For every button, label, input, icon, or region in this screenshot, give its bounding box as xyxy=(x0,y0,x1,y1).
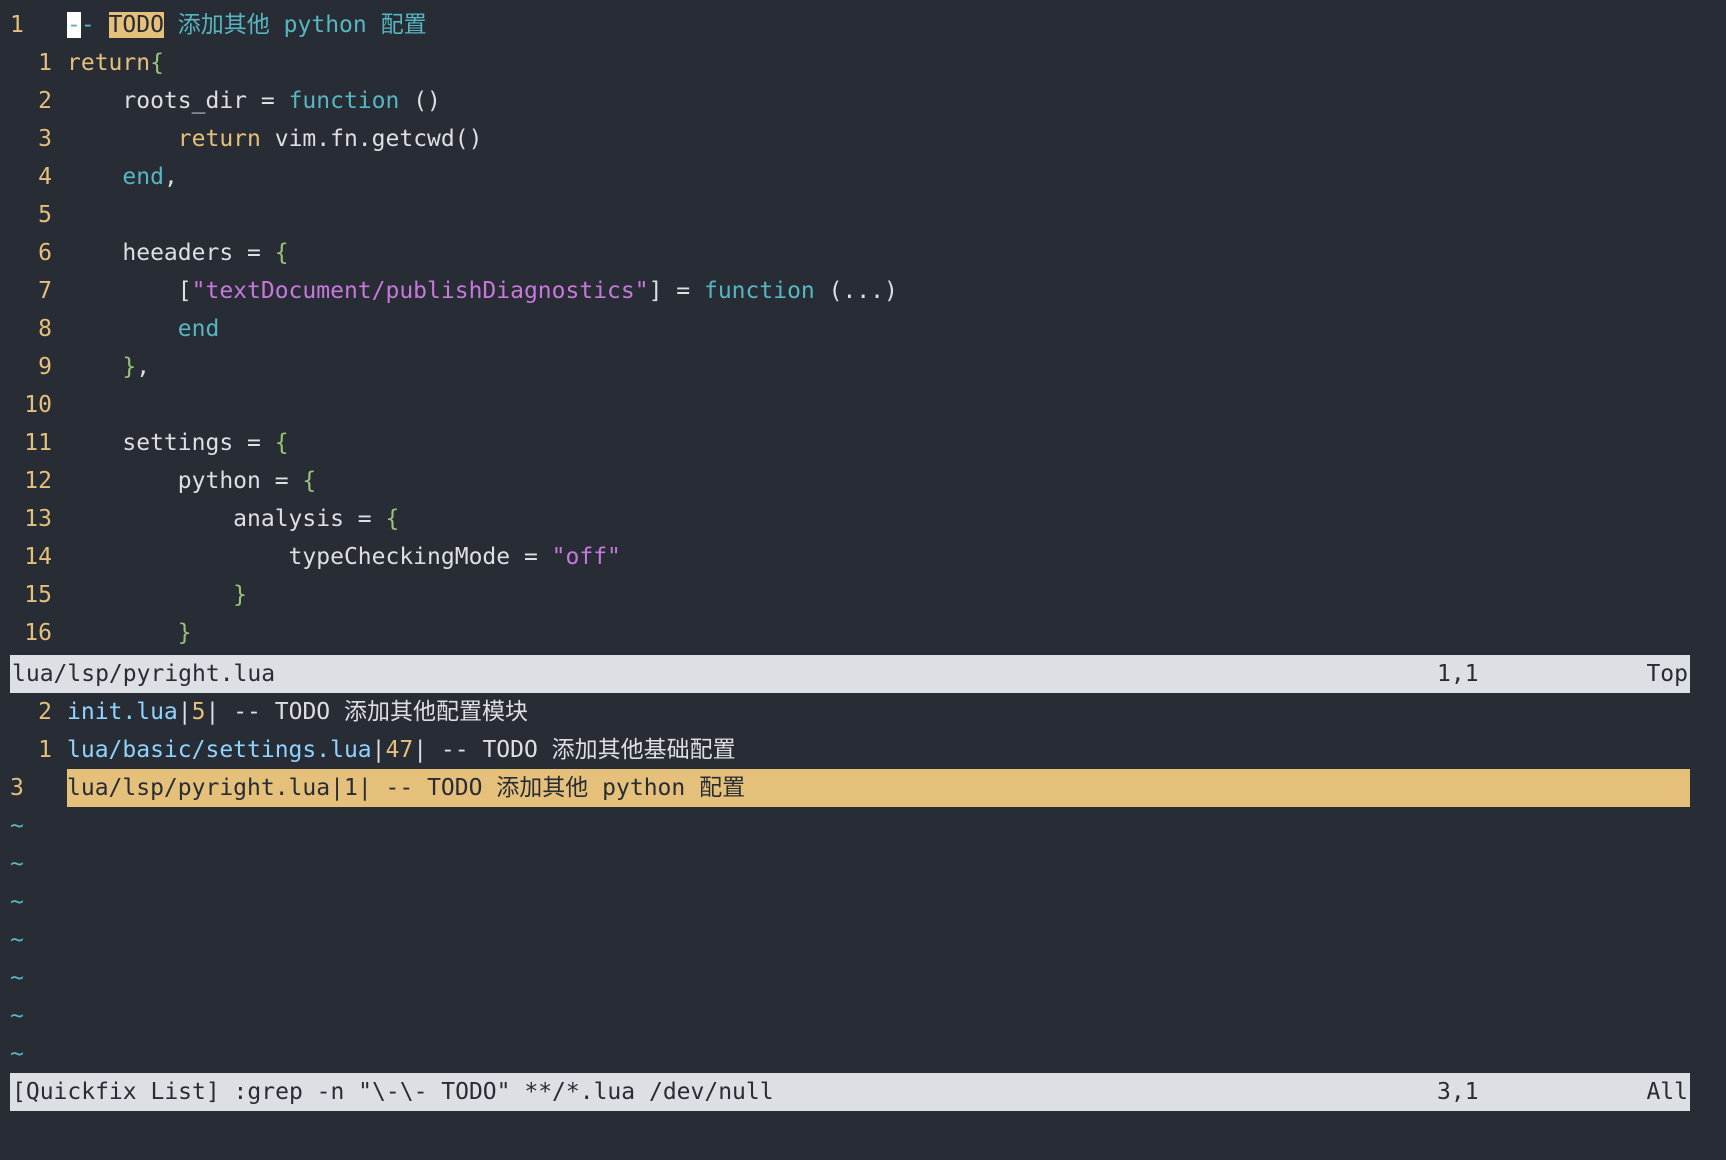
line-number: 16 xyxy=(24,620,52,646)
editor-line[interactable]: 4 end, xyxy=(10,158,1690,196)
quickfix-statusline[interactable]: [Quickfix List] :grep -n "\-\- TODO" **/… xyxy=(10,1073,1690,1111)
code-text: end, xyxy=(122,164,178,190)
code-text: } xyxy=(233,582,248,608)
editor-statusline[interactable]: lua/lsp/pyright.lua 1,1 Top xyxy=(10,655,1690,693)
comment-dash: - xyxy=(80,12,109,38)
code-text: roots_dir = function () xyxy=(67,88,441,114)
code-text: python = { xyxy=(67,468,317,494)
line-number: 1 xyxy=(38,50,52,76)
statusline-scroll-percent: Top xyxy=(1646,661,1688,687)
empty-line-marker: ~ xyxy=(10,1003,24,1029)
editor-line[interactable]: 11 settings = { xyxy=(10,424,1690,462)
empty-line-marker: ~ xyxy=(10,927,24,953)
line-number: 5 xyxy=(38,202,52,228)
quickfix-entry-text: lua/basic/settings.lua|47| -- TODO 添加其他基… xyxy=(67,737,736,763)
line-number: 15 xyxy=(24,582,52,608)
empty-line-marker: ~ xyxy=(10,851,24,877)
line-number: 12 xyxy=(24,468,52,494)
editor-line[interactable]: 3 return vim.fn.getcwd() xyxy=(10,120,1690,158)
editor-line[interactable]: 1 return{ xyxy=(10,44,1690,82)
code-text: settings = { xyxy=(67,430,289,456)
code-text: end xyxy=(177,316,220,342)
quickfix-entry-text: init.lua|5| -- TODO 添加其他配置模块 xyxy=(67,699,528,725)
line-number: 6 xyxy=(38,240,52,266)
quickfix-entry-selected[interactable]: 3 lua/lsp/pyright.lua|1| -- TODO 添加其他 py… xyxy=(10,769,1690,807)
line-number: 8 xyxy=(38,316,52,342)
statusline-cursor-position: 1,1 xyxy=(1437,661,1479,687)
line-number: 1 xyxy=(38,737,52,763)
quickfix-entry[interactable]: 1 lua/basic/settings.lua|47| -- TODO 添加其… xyxy=(10,731,1690,769)
editor-line[interactable]: 7 ["textDocument/publishDiagnostics"] = … xyxy=(10,272,1690,310)
code-text: -- TODO 添加其他 python 配置 xyxy=(67,6,1690,44)
quickfix-entry-text: lua/lsp/pyright.lua|1| -- TODO 添加其他 pyth… xyxy=(67,769,1690,807)
statusline-cursor-position: 3,1 xyxy=(1437,1079,1479,1105)
line-number: 2 xyxy=(38,699,52,725)
code-text: return vim.fn.getcwd() xyxy=(177,126,483,152)
editor-line[interactable]: 2 roots_dir = function () xyxy=(10,82,1690,120)
line-number: 1 xyxy=(10,12,24,38)
line-number: 14 xyxy=(24,544,52,570)
line-number: 4 xyxy=(38,164,52,190)
editor-line[interactable]: 6 heeaders = { xyxy=(10,234,1690,272)
line-number: 3 xyxy=(10,775,24,801)
quickfix-pane[interactable]: 2 init.lua|5| -- TODO 添加其他配置模块 1 lua/bas… xyxy=(10,693,1690,1073)
editor-line[interactable]: 8 end xyxy=(10,310,1690,348)
empty-line-marker: ~ xyxy=(10,889,24,915)
editor-pane[interactable]: 1 -- TODO 添加其他 python 配置 1 return{ 2 roo… xyxy=(10,6,1690,652)
editor-line[interactable]: 5 xyxy=(10,196,1690,234)
todo-keyword: TODO xyxy=(108,12,164,38)
editor-line[interactable]: 12 python = { xyxy=(10,462,1690,500)
empty-line-marker: ~ xyxy=(10,965,24,991)
line-number: 11 xyxy=(24,430,52,456)
vim-window: 1 -- TODO 添加其他 python 配置 1 return{ 2 roo… xyxy=(0,0,1726,1160)
editor-line[interactable]: 15 } xyxy=(10,576,1690,614)
code-text: typeCheckingMode = "off" xyxy=(67,544,621,570)
code-text: return{ xyxy=(67,50,164,76)
line-number: 3 xyxy=(38,126,52,152)
editor-line[interactable]: 16 } xyxy=(10,614,1690,652)
editor-line[interactable]: 10 xyxy=(10,386,1690,424)
text-cursor: - xyxy=(67,12,81,38)
line-number: 9 xyxy=(38,354,52,380)
line-number: 10 xyxy=(24,392,52,418)
code-text: }, xyxy=(122,354,151,380)
code-text: analysis = { xyxy=(67,506,400,532)
quickfix-title: [Quickfix List] :grep -n "\-\- TODO" **/… xyxy=(12,1079,774,1105)
code-text: heeaders = { xyxy=(67,240,289,266)
editor-line-current[interactable]: 1 -- TODO 添加其他 python 配置 xyxy=(10,6,1690,44)
statusline-filename: lua/lsp/pyright.lua xyxy=(12,661,276,687)
line-number: 2 xyxy=(38,88,52,114)
editor-line[interactable]: 13 analysis = { xyxy=(10,500,1690,538)
empty-line-marker: ~ xyxy=(10,813,24,839)
quickfix-entry[interactable]: 2 init.lua|5| -- TODO 添加其他配置模块 xyxy=(10,693,1690,731)
line-number: 13 xyxy=(24,506,52,532)
editor-line[interactable]: 9 }, xyxy=(10,348,1690,386)
comment-text: 添加其他 python 配置 xyxy=(163,12,427,38)
code-text: ["textDocument/publishDiagnostics"] = fu… xyxy=(67,278,898,304)
empty-line-marker: ~ xyxy=(10,1041,24,1067)
line-number: 7 xyxy=(38,278,52,304)
statusline-scroll-percent: All xyxy=(1646,1079,1688,1105)
editor-line[interactable]: 14 typeCheckingMode = "off" xyxy=(10,538,1690,576)
code-text: } xyxy=(177,620,192,646)
